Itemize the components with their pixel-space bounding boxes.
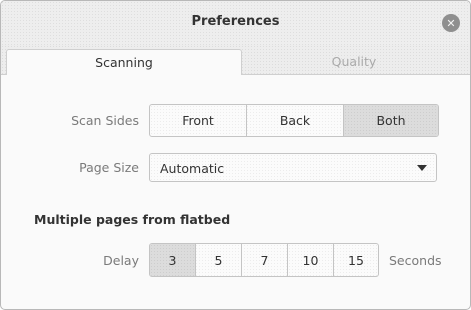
delay-3-button[interactable]: 3 <box>150 244 196 276</box>
title-bar[interactable]: Preferences ✕ <box>1 1 470 45</box>
delay-15-button[interactable]: 15 <box>334 244 378 276</box>
page-size-label: Page Size <box>79 160 139 175</box>
delay-10-button[interactable]: 10 <box>288 244 334 276</box>
tab-scanning[interactable]: Scanning <box>6 49 242 75</box>
page-size-value: Automatic <box>160 161 225 176</box>
tab-bar: Scanning Quality <box>1 45 470 75</box>
tab-quality[interactable]: Quality <box>242 49 466 74</box>
delay-7-button[interactable]: 7 <box>242 244 288 276</box>
dialog-title: Preferences <box>191 14 280 29</box>
flatbed-section-heading: Multiple pages from flatbed <box>34 212 231 227</box>
seconds-label: Seconds <box>389 253 442 268</box>
close-button[interactable]: ✕ <box>442 14 460 32</box>
delay-5-button[interactable]: 5 <box>196 244 242 276</box>
scan-sides-both-button[interactable]: Both <box>344 105 438 136</box>
page-size-dropdown[interactable]: Automatic <box>149 153 437 182</box>
delay-label: Delay <box>103 253 139 268</box>
scan-sides-selector: Front Back Both <box>149 104 439 137</box>
close-icon: ✕ <box>446 16 456 30</box>
delay-selector: 3 5 7 10 15 <box>149 243 379 277</box>
scan-sides-back-button[interactable]: Back <box>247 105 344 136</box>
scan-sides-label: Scan Sides <box>71 113 139 128</box>
preferences-dialog: Preferences ✕ Scanning Quality Scan Side… <box>0 0 471 310</box>
chevron-down-icon <box>417 165 427 171</box>
scan-sides-front-button[interactable]: Front <box>150 105 247 136</box>
